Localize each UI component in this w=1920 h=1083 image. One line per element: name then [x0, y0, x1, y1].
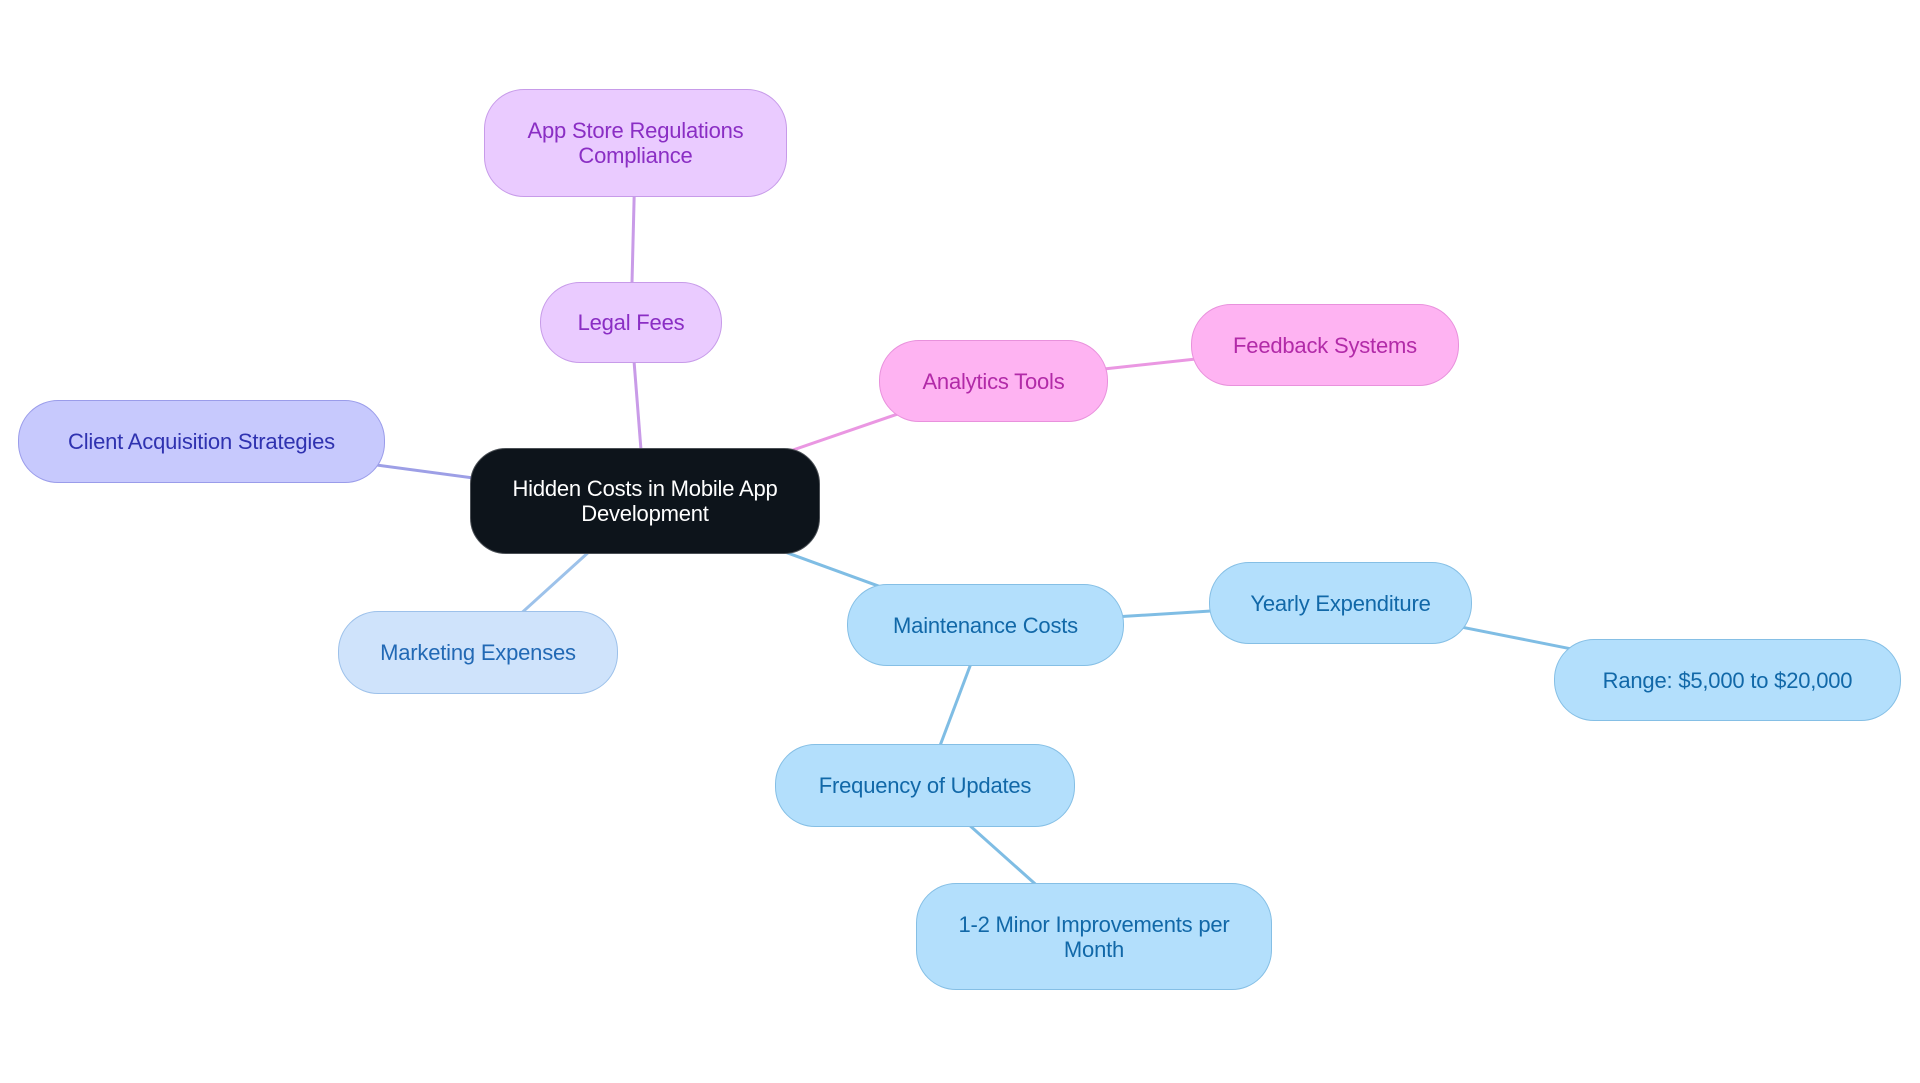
node-minor-improvements[interactable]: 1-2 Minor Improvements per Month	[916, 883, 1272, 990]
node-yearly-expenditure[interactable]: Yearly Expenditure	[1209, 562, 1472, 644]
node-maintenance-costs[interactable]: Maintenance Costs	[847, 584, 1124, 666]
node-client-acquisition[interactable]: Client Acquisition Strategies	[18, 400, 385, 483]
node-range[interactable]: Range: $5,000 to $20,000	[1554, 639, 1901, 721]
node-marketing-expenses[interactable]: Marketing Expenses	[338, 611, 618, 694]
node-label: Range: $5,000 to $20,000	[1602, 667, 1853, 693]
node-frequency-of-updates[interactable]: Frequency of Updates	[775, 744, 1075, 827]
root-node[interactable]: Hidden Costs in Mobile App Development	[470, 448, 820, 554]
node-label: Maintenance Costs	[893, 612, 1078, 638]
node-app-store-regulations[interactable]: App Store Regulations Compliance	[484, 89, 787, 197]
node-feedback-systems[interactable]: Feedback Systems	[1191, 304, 1459, 386]
node-label: Yearly Expenditure	[1250, 590, 1431, 616]
node-label: Frequency of Updates	[818, 773, 1032, 798]
node-analytics-tools[interactable]: Analytics Tools	[879, 340, 1108, 422]
node-label: Marketing Expenses	[380, 640, 576, 665]
root-node-label: Hidden Costs in Mobile App Development	[512, 476, 778, 526]
node-label: Analytics Tools	[922, 368, 1065, 394]
node-label: Client Acquisition Strategies	[68, 429, 335, 454]
node-label: App Store Regulations Compliance	[527, 118, 744, 168]
node-label: 1-2 Minor Improvements per Month	[958, 911, 1230, 962]
node-label: Feedback Systems	[1233, 332, 1417, 358]
node-label: Legal Fees	[577, 310, 685, 335]
node-legal-fees[interactable]: Legal Fees	[540, 282, 722, 363]
